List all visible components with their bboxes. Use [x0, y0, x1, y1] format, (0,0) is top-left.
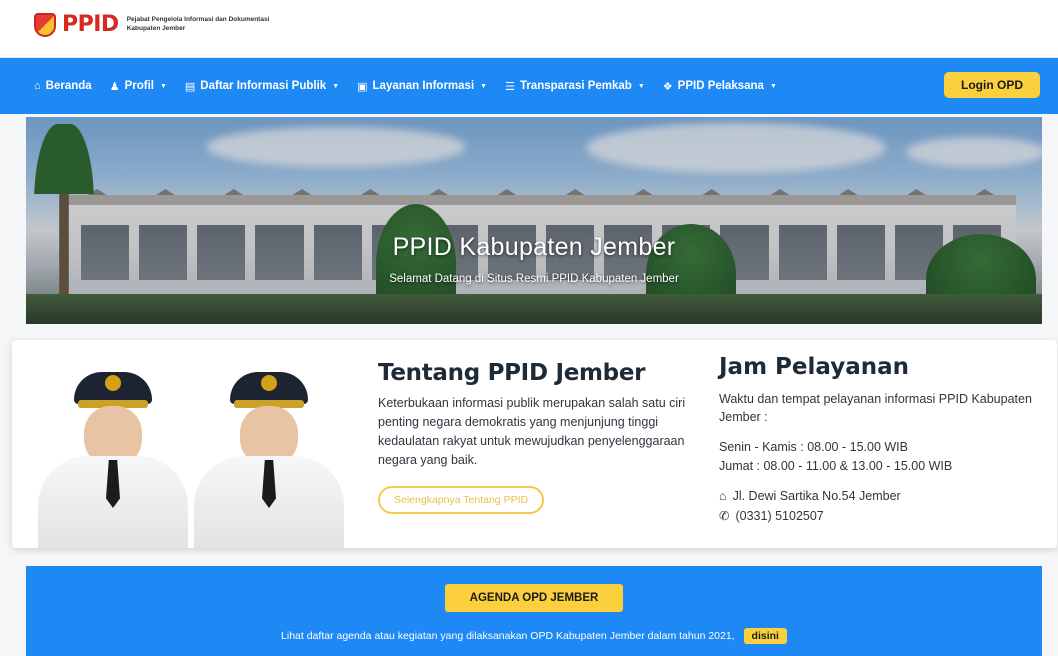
schedule-mon-thu: Senin - Kamis : 08.00 - 15.00 WIB: [719, 440, 908, 454]
nav-daftar-informasi[interactable]: ▤ Daftar Informasi Publik ▼: [185, 80, 339, 93]
about-more-button[interactable]: Selengkapnya Tentang PPID: [378, 486, 545, 514]
site-logo[interactable]: PPID Pejabat Pengelola Informasi dan Dok…: [32, 11, 337, 39]
agenda-opd-button[interactable]: AGENDA OPD JEMBER: [445, 584, 623, 612]
phone-text: (0331) 5102507: [735, 509, 824, 523]
chevron-down-icon: ▼: [769, 82, 777, 90]
address-row: ⌂ Jl. Dewi Sartika No.54 Jember: [719, 486, 1039, 506]
chevron-down-icon: ▼: [637, 82, 645, 90]
agenda-link[interactable]: disini: [743, 628, 787, 644]
hero-banner: PPID Kabupaten Jember Selamat Datang di …: [26, 117, 1042, 324]
logo-subtitle-line2: Kabupaten Jember: [126, 25, 186, 32]
hours-description: Waktu dan tempat pelayanan informasi PPI…: [719, 392, 1032, 424]
nav-layanan-informasi[interactable]: ▣ Layanan Informasi ▼: [357, 80, 487, 93]
address-text: Jl. Dewi Sartika No.54 Jember: [732, 489, 901, 503]
logo-text: PPID: [62, 12, 119, 37]
schedule-fri: Jumat : 08.00 - 11.00 & 13.00 - 15.00 WI…: [719, 459, 953, 473]
hero-title: PPID Kabupaten Jember: [392, 233, 676, 261]
agenda-text-line: Lihat daftar agenda atau kegiatan yang d…: [26, 628, 1042, 644]
about-section: Tentang PPID Jember Keterbukaan informas…: [378, 360, 698, 514]
nav-transparasi[interactable]: ☰ Transparasi Pemkab ▼: [505, 80, 645, 93]
nav-beranda-label: Beranda: [45, 80, 92, 92]
list-icon: ☰: [505, 80, 515, 93]
handshake-icon: ❖: [662, 80, 673, 93]
site-header: PPID Pejabat Pengelola Informasi dan Dok…: [0, 0, 1058, 58]
nav-ppid-pelaksana-label: PPID Pelaksana: [677, 80, 764, 92]
info-card: Tentang PPID Jember Keterbukaan informas…: [12, 340, 1057, 548]
service-hours-section: Jam Pelayanan Waktu dan tempat pelayanan…: [719, 354, 1039, 526]
home-icon: ⌂: [719, 489, 727, 503]
about-text: Keterbukaan informasi publik merupakan s…: [378, 396, 686, 467]
ppid-emblem-icon: [32, 11, 58, 39]
agenda-text: Lihat daftar agenda atau kegiatan yang d…: [281, 630, 735, 642]
nav-layanan-informasi-label: Layanan Informasi: [372, 80, 475, 92]
about-heading: Tentang PPID Jember: [378, 360, 646, 386]
nav-profil-label: Profil: [124, 80, 154, 92]
phone-row: ✆ (0331) 5102507: [719, 506, 1039, 526]
hours-heading: Jam Pelayanan: [719, 354, 909, 380]
officials-photo: [38, 360, 358, 548]
main-navbar: ⌂ Beranda ♟ Profil ▼ ▤ Daftar Informasi …: [0, 58, 1058, 114]
logo-subtitle-line1: Pejabat Pengelola Informasi dan Dokument…: [126, 16, 270, 24]
logo-subtitle: Pejabat Pengelola Informasi dan Dokument…: [127, 16, 337, 34]
nav-beranda[interactable]: ⌂ Beranda: [34, 80, 92, 92]
home-icon: ⌂: [34, 80, 41, 92]
book-icon: ▤: [184, 80, 196, 93]
login-opd-button[interactable]: Login OPD: [944, 72, 1040, 98]
hero-subtitle: Selamat Datang di Situs Resmi PPID Kabup…: [389, 273, 679, 285]
nav-profil[interactable]: ♟ Profil ▼: [110, 80, 167, 93]
chevron-down-icon: ▼: [480, 82, 488, 90]
nav-ppid-pelaksana[interactable]: ❖ PPID Pelaksana ▼: [663, 80, 777, 93]
agenda-section: AGENDA OPD JEMBER Lihat daftar agenda at…: [26, 566, 1042, 656]
hours-schedule: Senin - Kamis : 08.00 - 15.00 WIB Jumat …: [719, 438, 1039, 476]
page: PPID Pejabat Pengelola Informasi dan Dok…: [0, 0, 1058, 656]
nav-transparasi-label: Transparasi Pemkab: [519, 80, 632, 92]
info-icon: ▣: [357, 80, 368, 93]
chevron-down-icon: ▼: [159, 82, 167, 90]
phone-icon: ✆: [719, 509, 730, 523]
chevron-down-icon: ▼: [332, 82, 340, 90]
nav-daftar-informasi-label: Daftar Informasi Publik: [200, 80, 327, 92]
user-icon: ♟: [109, 80, 120, 93]
